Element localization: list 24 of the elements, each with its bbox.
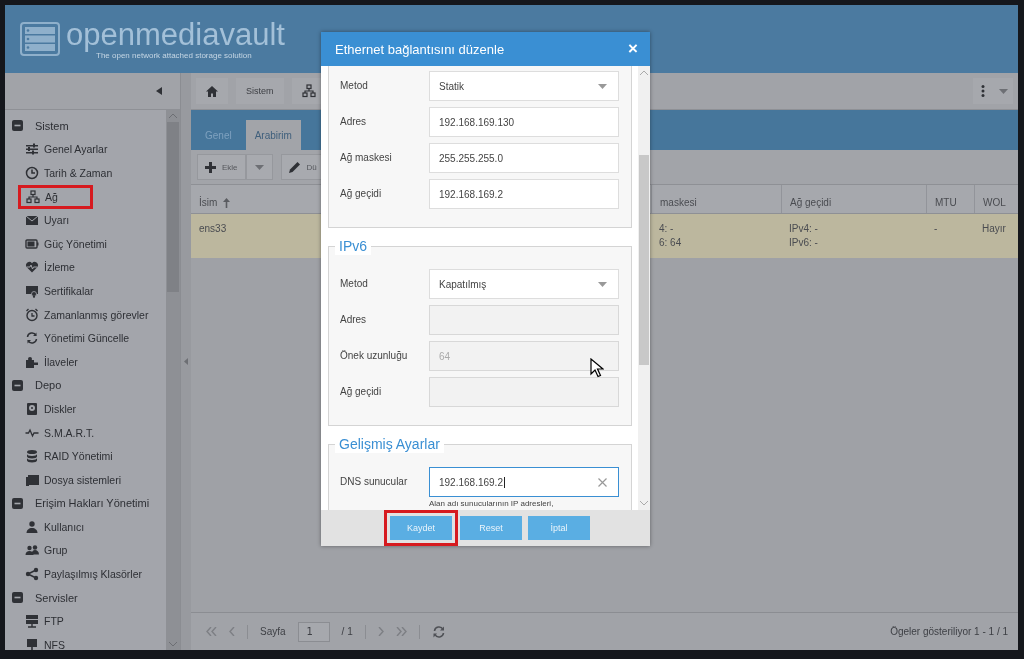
- section-legend: Gelişmiş Ayarlar: [335, 435, 444, 453]
- field-label: Önek uzunluğu: [340, 349, 409, 363]
- page-count: / 1: [341, 626, 353, 637]
- field-label: Ağ geçidi: [340, 385, 383, 399]
- field-hint: Alan adı sunucularının IP adresleri,: [429, 498, 555, 509]
- field-label: DNS sunucular: [340, 475, 409, 489]
- field-label: Adres: [340, 313, 368, 327]
- field-label: Ağ maskesi: [340, 151, 393, 165]
- tagline: The open network attached storage solution: [96, 50, 252, 60]
- table-cell-text: Hayır: [982, 222, 1007, 236]
- table-cell-text: -: [934, 222, 939, 236]
- field-label: Metod: [340, 79, 369, 93]
- table-cell-text: 4: -: [659, 222, 675, 236]
- table-cell-text: ens33: [199, 222, 228, 236]
- page-label: Sayfa: [260, 626, 286, 637]
- table-cell-text: 6: 64: [659, 236, 683, 250]
- field-label: Metod: [340, 277, 369, 291]
- field-label: Ağ geçidi: [340, 187, 383, 201]
- field-label: Adres: [340, 115, 368, 129]
- logo-text: openmediavault: [66, 18, 285, 51]
- table-cell-text: IPv6: -: [789, 236, 819, 250]
- item-count: Ögeler gösteriliyor 1 - 1 / 1: [890, 626, 1008, 637]
- dialog-title: Ethernet bağlantısını düzenle: [335, 41, 505, 57]
- table-cell-text: IPv4: -: [789, 222, 819, 236]
